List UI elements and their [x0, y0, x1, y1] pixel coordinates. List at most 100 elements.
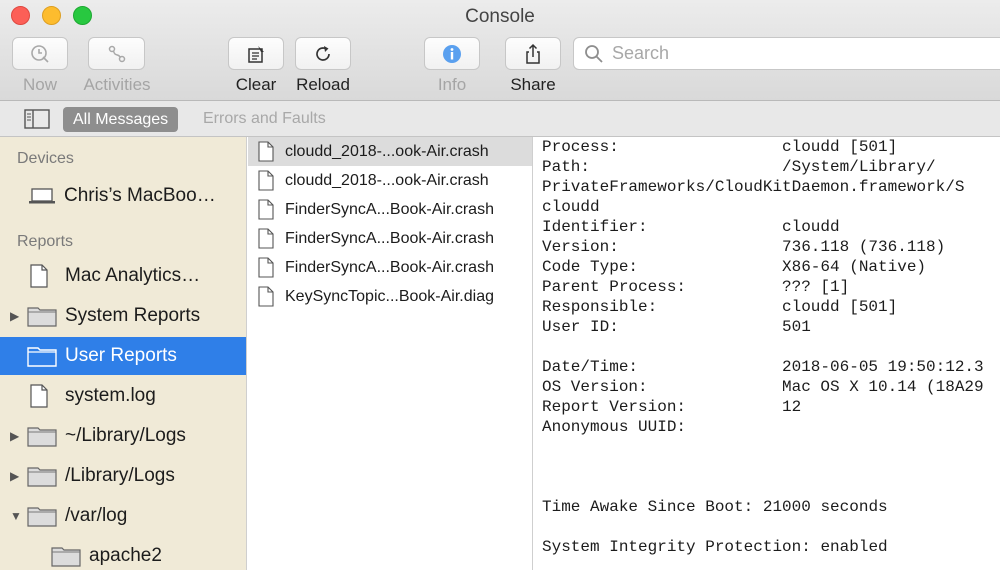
now-button[interactable]: [12, 37, 68, 70]
document-icon: [258, 228, 274, 249]
report-value: 736.118 (736.118): [782, 238, 946, 256]
sidebar-item-var-log[interactable]: ▼ /var/log: [0, 497, 246, 535]
report-line-blank: [542, 457, 1000, 477]
sidebar-item-label: system.log: [65, 385, 156, 406]
activities-button[interactable]: [88, 37, 145, 70]
report-value: /System/Library/: [782, 158, 936, 176]
report-line-process: Process: cloudd [501]: [542, 137, 1000, 157]
report-key: Responsible:: [542, 298, 658, 316]
report-key: Version:: [542, 238, 619, 256]
report-key: Anonymous UUID:: [542, 418, 687, 436]
file-name: FinderSyncA...Book-Air.crash: [285, 200, 494, 218]
reload-button[interactable]: [295, 37, 351, 70]
report-key: Parent Process:: [542, 278, 687, 296]
reload-label: Reload: [296, 75, 350, 94]
disclosure-right-icon[interactable]: ▶: [10, 429, 22, 443]
sidebar-item-label: User Reports: [65, 345, 177, 366]
report-line-path: Path: /System/Library/: [542, 157, 1000, 177]
reload-icon: [316, 45, 330, 61]
report-line-parent-process: Parent Process: ??? [1]: [542, 277, 1000, 297]
report-value: cloudd [501]: [782, 298, 898, 316]
report-line-date-time: Date/Time: 2018-06-05 19:50:12.3: [542, 357, 1000, 377]
document-icon: [258, 170, 274, 191]
file-name: cloudd_2018-...ook-Air.crash: [285, 142, 489, 160]
activities-label: Activities: [83, 75, 151, 94]
search-icon: [585, 44, 603, 63]
report-value: cloudd: [782, 218, 840, 236]
folder-icon: [27, 467, 57, 487]
file-name: cloudd_2018-...ook-Air.crash: [285, 171, 489, 189]
report-content: Process: cloudd [501] Path: /System/Libr…: [534, 137, 1000, 570]
sidebar-item-library-logs[interactable]: ▶ /Library/Logs: [0, 457, 246, 495]
report-value: cloudd [501]: [782, 138, 898, 156]
clear-label: Clear: [235, 75, 277, 94]
disclosure-down-icon[interactable]: ▼: [10, 509, 22, 523]
report-line-path-cont: PrivateFrameworks/CloudKitDaemon.framewo…: [542, 177, 1000, 197]
document-icon: [258, 257, 274, 278]
report-value: Time Awake Since Boot: 21000 seconds: [542, 498, 888, 516]
share-button[interactable]: [505, 37, 561, 70]
disclosure-right-icon[interactable]: ▶: [10, 469, 22, 483]
activities-icon: [108, 45, 125, 62]
sidebar-toggle-icon[interactable]: [24, 109, 50, 129]
report-line-blank: [542, 437, 1000, 457]
report-key: Identifier:: [542, 218, 648, 236]
sidebar-item-apache2[interactable]: apache2: [0, 537, 246, 570]
document-icon: [258, 199, 274, 220]
sidebar-item-label: System Reports: [65, 305, 201, 326]
info-label: Info: [437, 75, 467, 94]
report-key: User ID:: [542, 318, 619, 336]
folder-icon: [27, 427, 57, 447]
sidebar-item-user-library-logs[interactable]: ▶ ~/Library/Logs: [0, 417, 246, 455]
report-value: X86-64 (Native): [782, 258, 927, 276]
document-icon: [30, 264, 48, 288]
sidebar-item-system-reports[interactable]: ▶ System Reports: [0, 297, 246, 335]
report-value: 2018-06-05 19:50:12.3: [782, 358, 984, 376]
report-line-sip: System Integrity Protection: enabled: [542, 537, 1000, 557]
disclosure-right-icon[interactable]: ▶: [10, 309, 22, 323]
document-icon: [258, 141, 274, 162]
sidebar-item-label: Mac Analytics…: [65, 265, 201, 286]
info-button[interactable]: [424, 37, 480, 70]
sidebar-item-user-reports[interactable]: User Reports: [0, 337, 246, 375]
folder-icon: [27, 307, 57, 327]
all-messages-filter[interactable]: All Messages: [63, 107, 179, 132]
sidebar-item-system-log[interactable]: system.log: [0, 377, 246, 415]
report-line-identifier: Identifier: cloudd: [542, 217, 1000, 237]
file-row[interactable]: cloudd_2018-...ook-Air.crash: [248, 137, 532, 166]
report-line-blank: [542, 477, 1000, 497]
report-value: ??? [1]: [782, 278, 850, 296]
document-icon: [258, 286, 274, 307]
file-row[interactable]: cloudd_2018-...ook-Air.crash: [248, 166, 532, 195]
search-input[interactable]: [612, 43, 992, 64]
report-line-blank: [542, 517, 1000, 537]
folder-icon: [51, 547, 81, 567]
report-line-report-version: Report Version: 12: [542, 397, 1000, 417]
reports-header: Reports: [17, 233, 74, 250]
share-icon: [526, 43, 540, 64]
sidebar-item-mac-analytics[interactable]: Mac Analytics…: [0, 257, 246, 295]
file-name: FinderSyncA...Book-Air.crash: [285, 258, 494, 276]
sidebar-item-label: Chris’s MacBoo…: [64, 185, 216, 206]
window-toolbar: Console Now Activities Clear Reload Info…: [0, 0, 1000, 101]
sidebar-item-label: /Library/Logs: [65, 465, 175, 486]
report-file-list: cloudd_2018-...ook-Air.crash cloudd_2018…: [248, 137, 533, 570]
report-value: cloudd: [542, 198, 600, 216]
folder-icon: [27, 507, 57, 527]
window-title: Console: [465, 6, 535, 27]
file-row[interactable]: FinderSyncA...Book-Air.crash: [248, 253, 532, 282]
now-label: Now: [22, 75, 57, 94]
sidebar-item-label: ~/Library/Logs: [65, 425, 186, 446]
clear-button[interactable]: [228, 37, 284, 70]
filter-bar: All Messages Errors and Faults: [0, 101, 1000, 137]
report-line-anonymous-uuid: Anonymous UUID:: [542, 417, 1000, 437]
file-row[interactable]: KeySyncTopic...Book-Air.diag: [248, 282, 532, 311]
file-row[interactable]: FinderSyncA...Book-Air.crash: [248, 224, 532, 253]
report-line-code-type: Code Type: X86-64 (Native): [542, 257, 1000, 277]
file-row[interactable]: FinderSyncA...Book-Air.crash: [248, 195, 532, 224]
report-key: Date/Time:: [542, 358, 639, 376]
errors-and-faults-filter[interactable]: Errors and Faults: [203, 110, 326, 128]
document-icon: [30, 384, 48, 408]
sidebar-item-device[interactable]: Chris’s MacBoo…: [0, 177, 246, 215]
search-field[interactable]: [573, 37, 1000, 70]
